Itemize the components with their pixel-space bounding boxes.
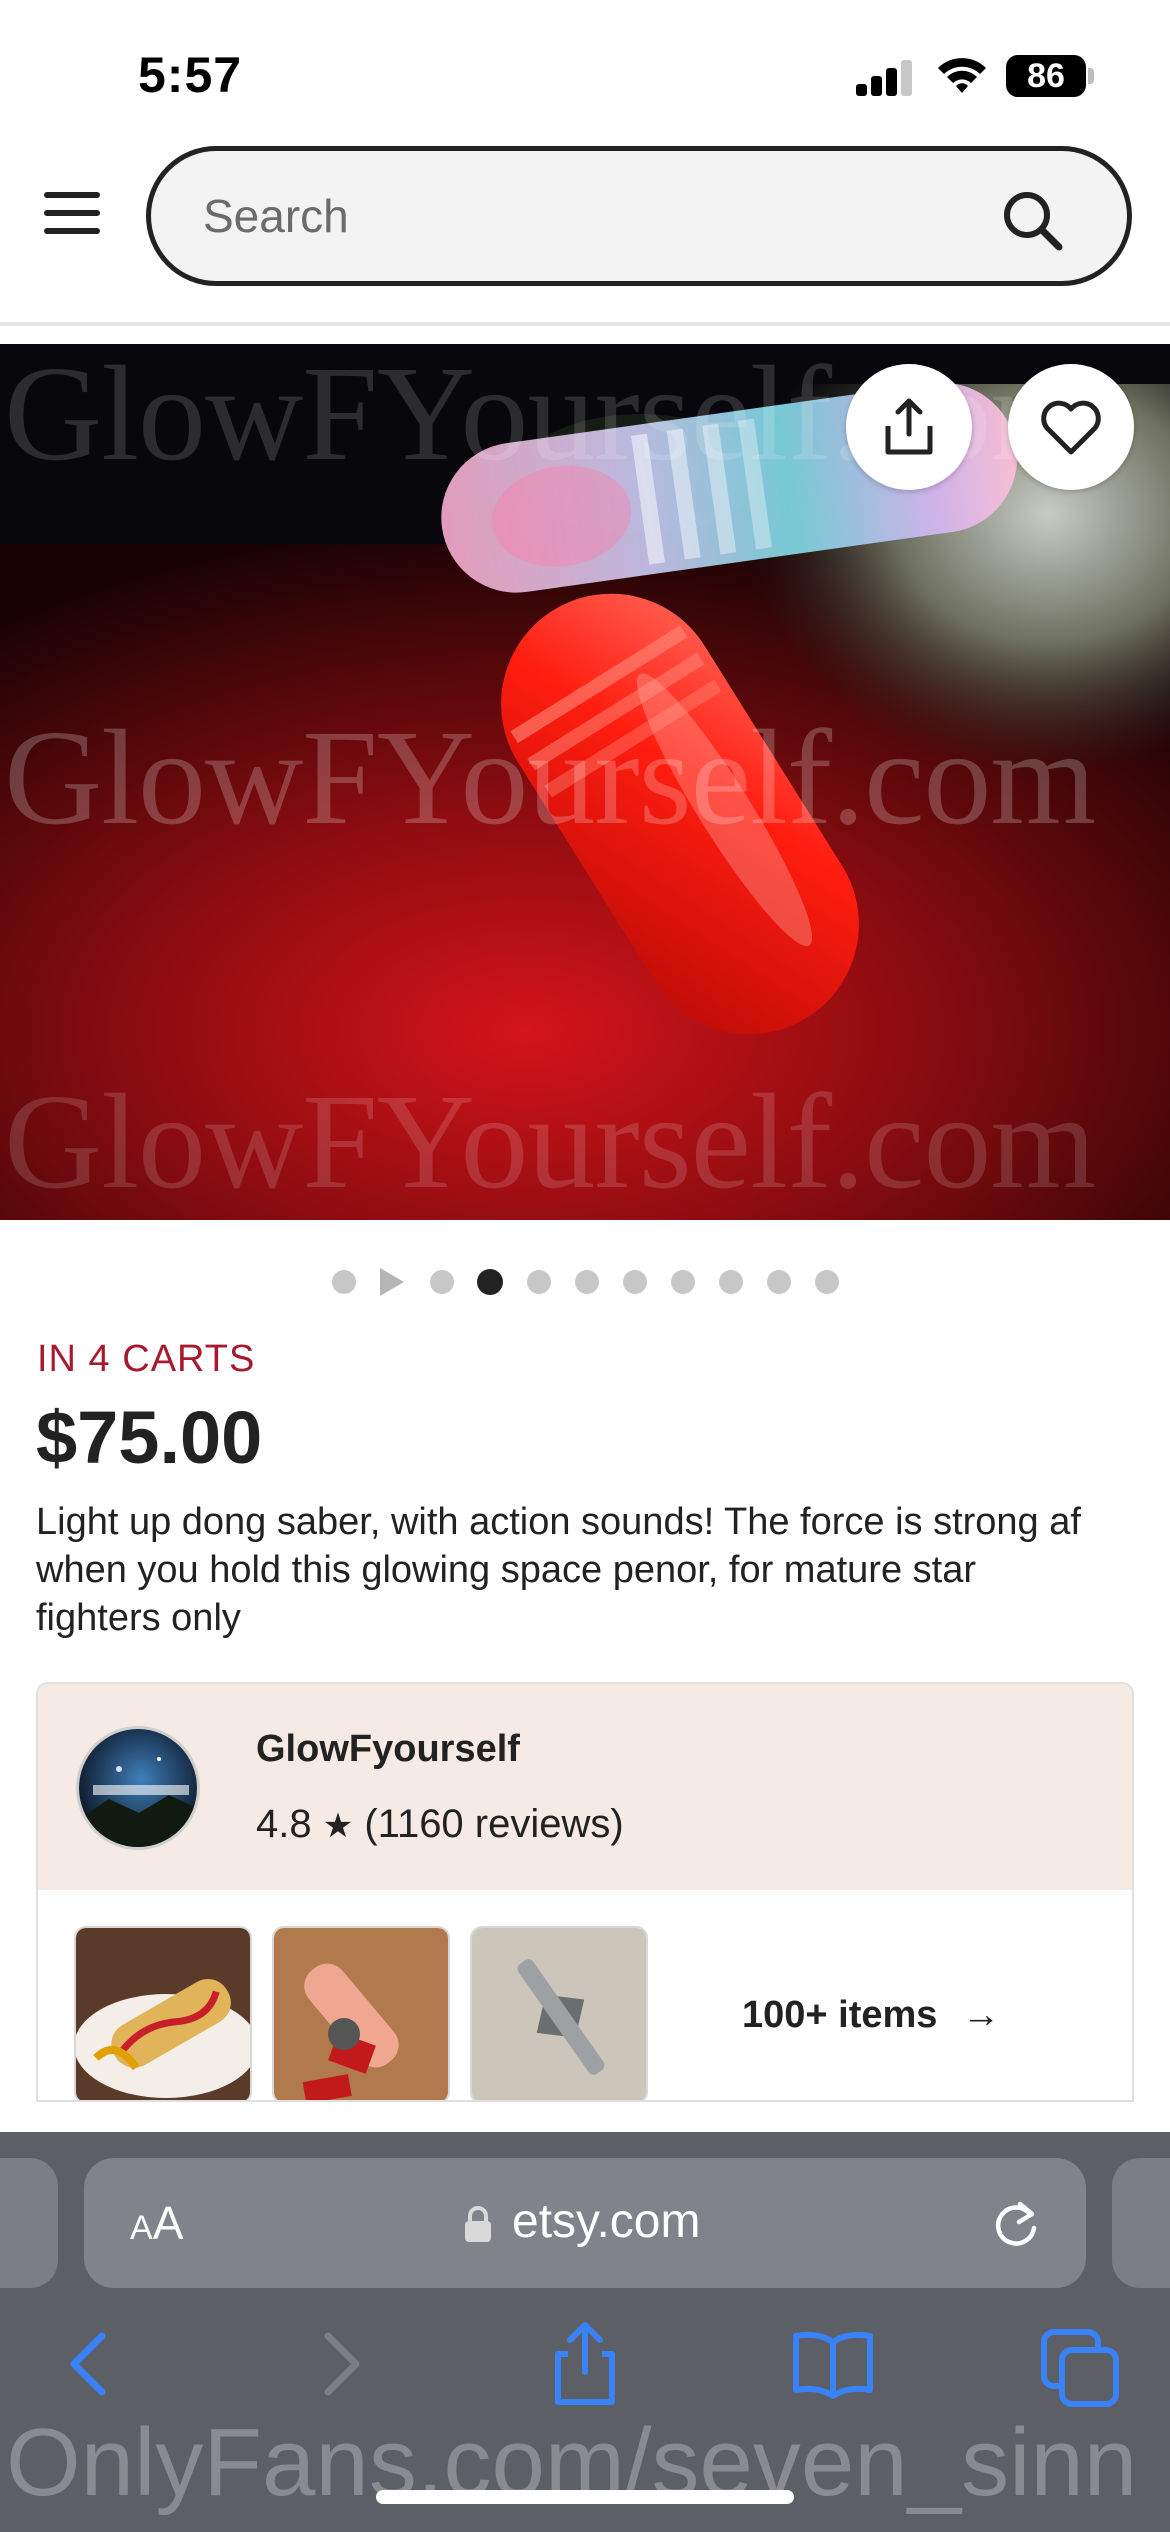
status-bar: 5:57 86 (0, 0, 1170, 140)
back-arrow-icon[interactable] (42, 2318, 132, 2408)
shop-card[interactable]: GlowFyourself 4.8 ★ (1160 reviews) 100+ … (36, 1682, 1134, 2102)
shop-item-thumbnail[interactable] (74, 1926, 252, 2100)
carousel-dot[interactable] (575, 1270, 599, 1294)
favorite-button[interactable] (1008, 364, 1134, 490)
share-button[interactable] (846, 364, 972, 490)
carousel-dot[interactable] (430, 1270, 454, 1294)
shop-name[interactable]: GlowFyourself (256, 1728, 520, 1771)
carousel-dot[interactable] (527, 1270, 551, 1294)
view-more-items-link[interactable]: 100+ items → (742, 1994, 1000, 2037)
arrow-right-icon: → (961, 1994, 1000, 2036)
text-size-label-small: A (130, 2209, 153, 2247)
carousel-dot[interactable] (719, 1270, 743, 1294)
carousel-dot[interactable] (332, 1270, 356, 1294)
image-carousel-indicator (0, 1262, 1170, 1302)
more-items-label: 100+ items (742, 1994, 938, 2036)
home-indicator[interactable] (376, 2490, 794, 2504)
hamburger-menu-icon[interactable] (44, 190, 100, 236)
bookmarks-icon[interactable] (788, 2318, 878, 2408)
search-input[interactable] (203, 179, 1003, 253)
previous-tab-preview[interactable] (0, 2158, 58, 2288)
thumbnail-image (472, 1928, 646, 2100)
etsy-header (0, 140, 1170, 326)
shop-avatar[interactable] (76, 1726, 200, 1850)
star-icon: ★ (322, 1807, 354, 1845)
video-play-icon[interactable] (380, 1268, 404, 1296)
product-photo (0, 344, 1170, 1220)
share-icon (885, 398, 933, 455)
price: $75.00 (36, 1396, 263, 1479)
thumbnail-image (76, 1928, 250, 2100)
search-bar[interactable] (146, 146, 1132, 286)
carousel-dot[interactable] (767, 1270, 791, 1294)
shop-rating: 4.8 ★ (1160 reviews) (256, 1802, 624, 1847)
shop-item-thumbnail[interactable] (272, 1926, 450, 2100)
carousel-dot[interactable] (623, 1270, 647, 1294)
browser-nav-row (0, 2318, 1170, 2438)
wifi-icon (938, 58, 986, 93)
shop-header (38, 1684, 1132, 1890)
next-tab-preview[interactable] (1112, 2158, 1170, 2288)
forward-arrow-icon[interactable] (296, 2318, 386, 2408)
text-size-button[interactable]: AA (130, 2196, 183, 2250)
shop-item-thumbnail[interactable] (470, 1926, 648, 2100)
address-bar[interactable]: AA etsy.com (84, 2158, 1086, 2288)
cellular-signal-icon (856, 58, 914, 96)
carousel-dot[interactable] (815, 1270, 839, 1294)
battery-icon: 86 (1006, 55, 1086, 97)
search-icon[interactable] (997, 185, 1069, 257)
lock-icon (465, 2206, 491, 2242)
tabs-icon[interactable] (1036, 2318, 1126, 2408)
battery-level: 86 (1027, 56, 1065, 95)
in-carts-badge: IN 4 CARTS (37, 1338, 256, 1380)
review-count: (1160 reviews) (364, 1802, 624, 1846)
safari-toolbar: AA etsy.com (0, 2132, 1170, 2532)
listing-title: Light up dong saber, with action sounds!… (36, 1501, 1081, 1639)
product-image[interactable]: GlowFYourself.com GlowFYourself.com Glow… (0, 344, 1170, 1220)
status-time: 5:57 (138, 47, 243, 103)
text-size-label-big: A (152, 2197, 184, 2249)
battery-tip (1088, 68, 1094, 84)
thumbnail-image (274, 1928, 448, 2100)
carousel-dot[interactable] (671, 1270, 695, 1294)
rating-value: 4.8 (256, 1802, 312, 1846)
carousel-dot-active[interactable] (477, 1269, 503, 1295)
reload-icon[interactable] (990, 2198, 1042, 2250)
share-icon[interactable] (540, 2318, 630, 2408)
heart-outline-icon (1041, 400, 1101, 455)
url-text: etsy.com (512, 2195, 701, 2248)
